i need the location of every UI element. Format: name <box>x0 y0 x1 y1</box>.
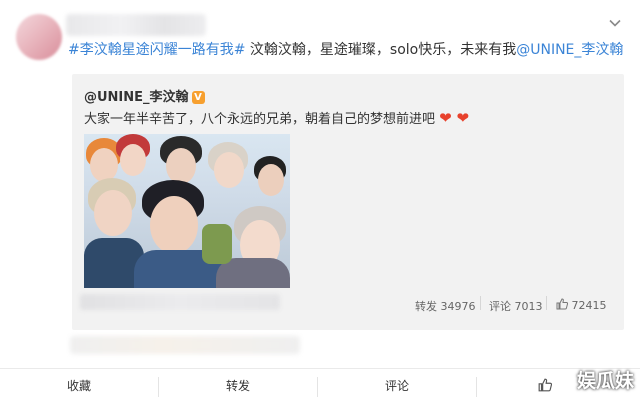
mention-link[interactable]: @UNINE_李汶翰 <box>516 42 623 58</box>
group-photo[interactable] <box>84 134 290 288</box>
quoted-like-stat[interactable]: 72415 <box>556 298 607 312</box>
quoted-meta-blurred <box>80 294 280 310</box>
hashtag-link[interactable]: #李汶翰星途闪耀一路有我# <box>68 42 245 58</box>
quoted-author[interactable]: @UNINE_李汶翰 V <box>84 86 205 105</box>
stat-divider <box>480 296 481 310</box>
chevron-down-icon[interactable] <box>608 16 622 30</box>
quoted-repost-stat[interactable]: 转发 34976 <box>415 298 476 314</box>
quoted-comment-stat[interactable]: 评论 7013 <box>489 298 543 314</box>
post-body: 汶翰汶翰，星途璀璨，solo快乐，未来有我 <box>245 42 517 58</box>
comment-button[interactable]: 评论 <box>318 369 476 405</box>
thumbs-up-icon <box>556 298 572 312</box>
verified-badge-icon: V <box>191 91 205 104</box>
post-text: #李汶翰星途闪耀一路有我# 汶翰汶翰，星途璀璨，solo快乐，未来有我@UNIN… <box>68 40 623 60</box>
avatar[interactable] <box>16 14 62 60</box>
repost-label: 转发 <box>415 300 437 313</box>
comment-label: 评论 <box>489 300 511 313</box>
toolbar-divider <box>476 377 477 397</box>
quoted-body: 大家一年半辛苦了，八个永远的兄弟，朝着自己的梦想前进吧 <box>84 112 436 127</box>
like-button[interactable] <box>530 369 560 405</box>
watermark: 娱瓜妹 <box>576 370 634 392</box>
collect-button[interactable]: 收藏 <box>0 369 158 405</box>
quoted-author-name[interactable]: @UNINE_李汶翰 <box>84 90 189 105</box>
quoted-text: 大家一年半辛苦了，八个永远的兄弟，朝着自己的梦想前进吧 ❤ ❤ <box>84 108 469 127</box>
repost-button[interactable]: 转发 <box>159 369 317 405</box>
heart-emoji-icon: ❤ ❤ <box>439 109 470 127</box>
blurred-content <box>70 336 300 354</box>
author-name-blurred[interactable] <box>66 14 206 36</box>
repost-count: 34976 <box>440 300 476 313</box>
thumbs-up-icon <box>538 378 553 393</box>
like-count: 72415 <box>571 299 607 312</box>
action-toolbar: 收藏 转发 评论 <box>0 368 640 405</box>
comment-count: 7013 <box>514 300 543 313</box>
stat-divider <box>546 296 547 310</box>
